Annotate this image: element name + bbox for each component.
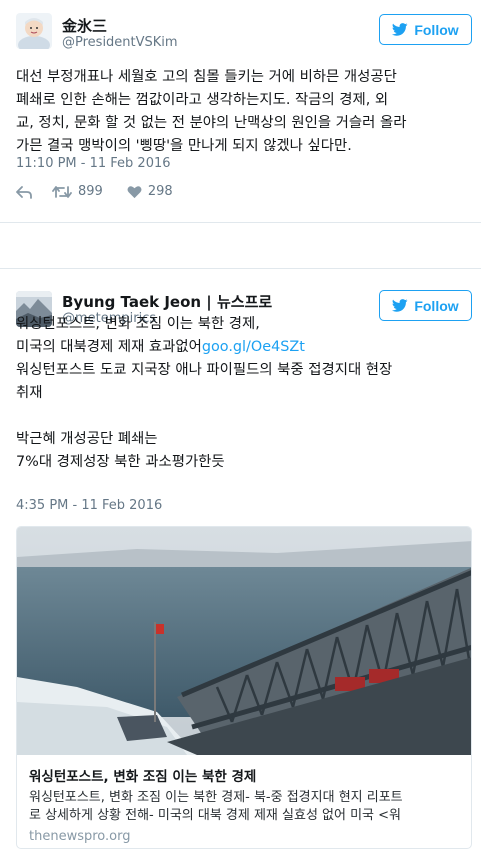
tweet-text: 대선 부정개표나 세월호 고의 침몰 들키는 거에 비하믄 개성공단 폐쇄로 인… [16,66,472,158]
retweet-count: 899 [78,184,103,199]
reply-button[interactable] [16,185,32,199]
card-description: 워싱턴포스트, 변화 조짐 이는 북한 경제- 북-중 접경지대 현지 리포트 … [29,789,465,825]
tweet-text-line: 워싱턴포스트 도쿄 지국장 애나 파이필드의 북중 접경지대 현장 [16,362,393,378]
tweet-text-line: 7%대 경제성장 북한 과소평가한듯 [16,454,225,470]
tweet-timestamp[interactable]: 11:10 PM - 11 Feb 2016 [16,156,171,171]
like-button[interactable]: 298 [127,184,173,199]
divider [0,268,481,269]
tweet-1: 金氷三 @PresidentVSKim Follow 대선 부정개표나 세월호 … [0,0,481,222]
user-display-name[interactable]: 金氷三 [62,15,107,36]
tweet-link[interactable]: goo.gl/Oe4SZt [202,339,305,355]
tweet-text-line: 교, 정치, 문화 할 것 없는 전 분야의 난맥상의 원인을 거슬러 올라 [16,115,407,131]
tweet-text-line: 워싱턴포스트, 변화 조짐 이는 북한 경제, [16,316,260,332]
heart-icon [127,185,142,198]
like-count: 298 [147,184,173,199]
tweet-text-line: 폐쇄로 인한 손해는 껌값이라고 생각하는지도. 작금의 경제, 외 [16,92,389,108]
avatar[interactable] [16,13,52,49]
card-description-line: 로 상세하게 상황 전해- 미국의 대북 경제 제재 실효성 없어 미국 <워 [29,808,401,823]
tweet-2: Byung Taek Jeon | 뉴스프로 @metempirics Foll… [0,270,481,849]
avatar-cartoon-face-icon [16,13,52,49]
twitter-bird-icon [392,299,408,312]
tweet-actions: 899 298 [16,184,173,199]
card-image-bridge-photo [17,527,471,755]
card-description-line: 워싱턴포스트, 변화 조짐 이는 북한 경제- 북-중 접경지대 현지 리포트 [29,790,403,805]
tweet-text-line: 대선 부정개표나 세월호 고의 침몰 들키는 거에 비하믄 개성공단 [16,69,397,85]
reply-arrow-icon [16,185,32,199]
card-domain: thenewspro.org [29,829,131,844]
card-title: 워싱턴포스트, 변화 조짐 이는 북한 경제 [29,769,257,785]
tweet-timestamp[interactable]: 4:35 PM - 11 Feb 2016 [16,498,162,513]
link-preview-card[interactable]: 워싱턴포스트, 변화 조짐 이는 북한 경제 워싱턴포스트, 변화 조짐 이는 … [16,526,472,849]
retweet-button[interactable]: 899 [52,184,103,199]
retweet-icon [52,185,72,198]
follow-button[interactable]: Follow [379,14,472,45]
twitter-bird-icon [392,23,408,36]
tweet-text-line: 취재 [16,385,43,401]
tweet-text: 워싱턴포스트, 변화 조짐 이는 북한 경제, 미국의 대북경제 제재 효과없어… [16,313,472,474]
divider [0,222,481,223]
user-handle[interactable]: @PresidentVSKim [62,35,178,50]
follow-label: Follow [414,21,459,38]
tweet-text-segment: 미국의 대북경제 제재 효과없어 [16,339,202,355]
follow-label: Follow [414,297,459,314]
user-display-name[interactable]: Byung Taek Jeon | 뉴스프로 [62,291,272,312]
tweet-text-line: 가믄 결국 맹박이의 '삥땅'을 만나게 되지 않겠나 싶다만. [16,138,352,154]
tweet-text-line: 박근혜 개성공단 폐쇄는 [16,431,158,447]
tweet-text-line: 미국의 대북경제 제재 효과없어goo.gl/Oe4SZt [16,336,472,359]
